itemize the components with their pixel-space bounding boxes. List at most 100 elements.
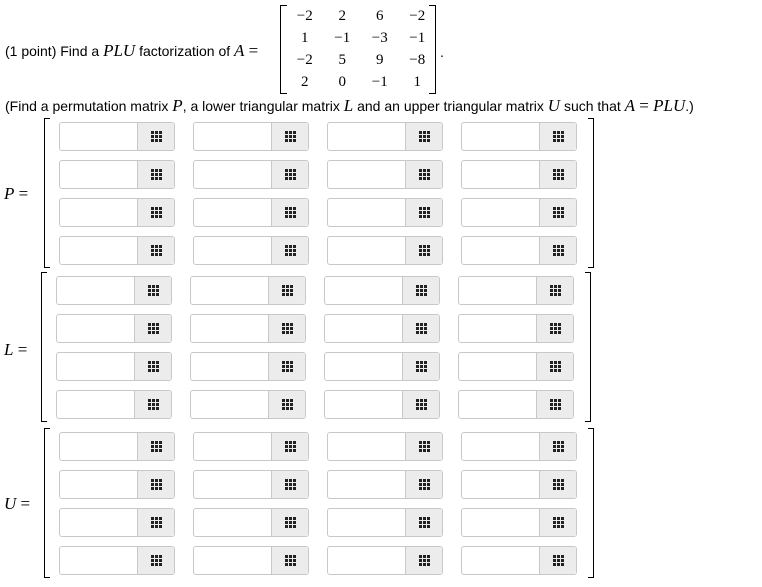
matrix-entry-button[interactable] xyxy=(539,237,576,264)
matrix-entry-button[interactable] xyxy=(271,547,308,574)
matrix-u-entry-input[interactable] xyxy=(462,471,540,498)
matrix-entry-button[interactable] xyxy=(271,471,308,498)
matrix-entry-button[interactable] xyxy=(134,353,171,380)
matrix-l-entry-input[interactable] xyxy=(459,353,537,380)
matrix-l-entry-input[interactable] xyxy=(191,277,269,304)
matrix-entry-button[interactable] xyxy=(271,123,308,150)
matrix-a-entry: −3 xyxy=(371,29,388,46)
matrix-u-entry-input[interactable] xyxy=(328,471,406,498)
matrix-u-entry-input[interactable] xyxy=(194,547,272,574)
matrix-entry-button[interactable] xyxy=(539,433,576,460)
matrix-entry-button[interactable] xyxy=(539,123,576,150)
matrix-entry-button[interactable] xyxy=(405,161,442,188)
matrix-entry-button[interactable] xyxy=(134,315,171,342)
matrix-entry-button[interactable] xyxy=(405,509,442,536)
matrix-u-entry-input[interactable] xyxy=(194,471,272,498)
matrix-u-entry-input[interactable] xyxy=(60,509,138,536)
matrix-entry-button[interactable] xyxy=(271,509,308,536)
matrix-entry-button[interactable] xyxy=(271,161,308,188)
matrix-p-entry-input[interactable] xyxy=(194,123,272,150)
matrix-entry-button[interactable] xyxy=(271,433,308,460)
matrix-p-entry-input[interactable] xyxy=(462,123,540,150)
matrix-entry-button[interactable] xyxy=(137,433,174,460)
matrix-p-entry-input[interactable] xyxy=(462,161,540,188)
matrix-entry-button[interactable] xyxy=(137,237,174,264)
matrix-u-entry-input[interactable] xyxy=(60,433,138,460)
matrix-l-entry-input[interactable] xyxy=(57,315,135,342)
matrix-p-entry-input[interactable] xyxy=(194,199,272,226)
matrix-p-entry-input[interactable] xyxy=(328,161,406,188)
matrix-entry-button[interactable] xyxy=(134,277,171,304)
matrix-p-entry-input[interactable] xyxy=(328,123,406,150)
matrix-entry-button[interactable] xyxy=(402,277,439,304)
matrix-l-entry-input[interactable] xyxy=(459,315,537,342)
grid-icon xyxy=(418,169,430,180)
matrix-entry-button[interactable] xyxy=(405,547,442,574)
matrix-p-entry-input[interactable] xyxy=(60,161,138,188)
matrix-l-entry-input[interactable] xyxy=(191,391,269,418)
matrix-p-entry-input[interactable] xyxy=(462,237,540,264)
matrix-entry-button[interactable] xyxy=(271,199,308,226)
matrix-entry-button[interactable] xyxy=(536,391,573,418)
matrix-entry-button[interactable] xyxy=(536,353,573,380)
matrix-u-entry xyxy=(59,546,175,575)
matrix-entry-button[interactable] xyxy=(405,433,442,460)
matrix-p-entry-input[interactable] xyxy=(194,237,272,264)
matrix-u-entry-input[interactable] xyxy=(60,547,138,574)
matrix-p-entry-input[interactable] xyxy=(194,161,272,188)
matrix-entry-button[interactable] xyxy=(536,315,573,342)
matrix-entry-button[interactable] xyxy=(405,123,442,150)
matrix-entry-button[interactable] xyxy=(271,237,308,264)
matrix-u-entry-input[interactable] xyxy=(328,547,406,574)
matrix-entry-button[interactable] xyxy=(137,471,174,498)
matrix-entry-button[interactable] xyxy=(268,315,305,342)
matrix-entry-button[interactable] xyxy=(268,277,305,304)
matrix-l-entry-input[interactable] xyxy=(459,277,537,304)
matrix-p-entry-input[interactable] xyxy=(328,199,406,226)
matrix-l-entry-input[interactable] xyxy=(459,391,537,418)
matrix-entry-button[interactable] xyxy=(137,161,174,188)
matrix-l-entry-input[interactable] xyxy=(325,391,403,418)
matrix-entry-button[interactable] xyxy=(405,199,442,226)
matrix-entry-button[interactable] xyxy=(405,237,442,264)
matrix-l-entry-input[interactable] xyxy=(325,315,403,342)
matrix-l-entry-input[interactable] xyxy=(325,277,403,304)
matrix-entry-button[interactable] xyxy=(402,391,439,418)
matrix-u-entry-input[interactable] xyxy=(194,433,272,460)
matrix-entry-button[interactable] xyxy=(539,547,576,574)
matrix-u-entry-input[interactable] xyxy=(462,433,540,460)
matrix-entry-button[interactable] xyxy=(268,391,305,418)
matrix-u-entry-input[interactable] xyxy=(60,471,138,498)
matrix-p-entry-input[interactable] xyxy=(462,199,540,226)
matrix-entry-button[interactable] xyxy=(539,509,576,536)
matrix-l-entry-input[interactable] xyxy=(57,391,135,418)
matrix-l-entry-input[interactable] xyxy=(191,353,269,380)
matrix-u-entry-input[interactable] xyxy=(462,547,540,574)
matrix-u-entry-input[interactable] xyxy=(194,509,272,536)
matrix-p-entry-input[interactable] xyxy=(60,123,138,150)
matrix-entry-button[interactable] xyxy=(137,509,174,536)
matrix-entry-button[interactable] xyxy=(539,471,576,498)
matrix-entry-button[interactable] xyxy=(137,547,174,574)
matrix-p-entry-input[interactable] xyxy=(60,237,138,264)
matrix-entry-button[interactable] xyxy=(536,277,573,304)
matrix-l-entry-input[interactable] xyxy=(57,353,135,380)
matrix-l-entry-input[interactable] xyxy=(191,315,269,342)
matrix-entry-button[interactable] xyxy=(539,199,576,226)
matrix-entry-button[interactable] xyxy=(402,315,439,342)
matrix-l-entry-input[interactable] xyxy=(57,277,135,304)
matrix-entry-button[interactable] xyxy=(268,353,305,380)
matrix-u-entry-input[interactable] xyxy=(328,433,406,460)
matrix-entry-button[interactable] xyxy=(134,391,171,418)
matrix-u-entry-input[interactable] xyxy=(328,509,406,536)
matrix-p-entry-input[interactable] xyxy=(60,199,138,226)
matrix-p-entry-input[interactable] xyxy=(328,237,406,264)
matrix-entry-button[interactable] xyxy=(405,471,442,498)
matrix-entry-button[interactable] xyxy=(402,353,439,380)
matrix-l-entry-input[interactable] xyxy=(325,353,403,380)
matrix-u-entry-input[interactable] xyxy=(462,509,540,536)
matrix-l-entry xyxy=(324,352,440,381)
matrix-entry-button[interactable] xyxy=(137,199,174,226)
matrix-entry-button[interactable] xyxy=(137,123,174,150)
matrix-entry-button[interactable] xyxy=(539,161,576,188)
